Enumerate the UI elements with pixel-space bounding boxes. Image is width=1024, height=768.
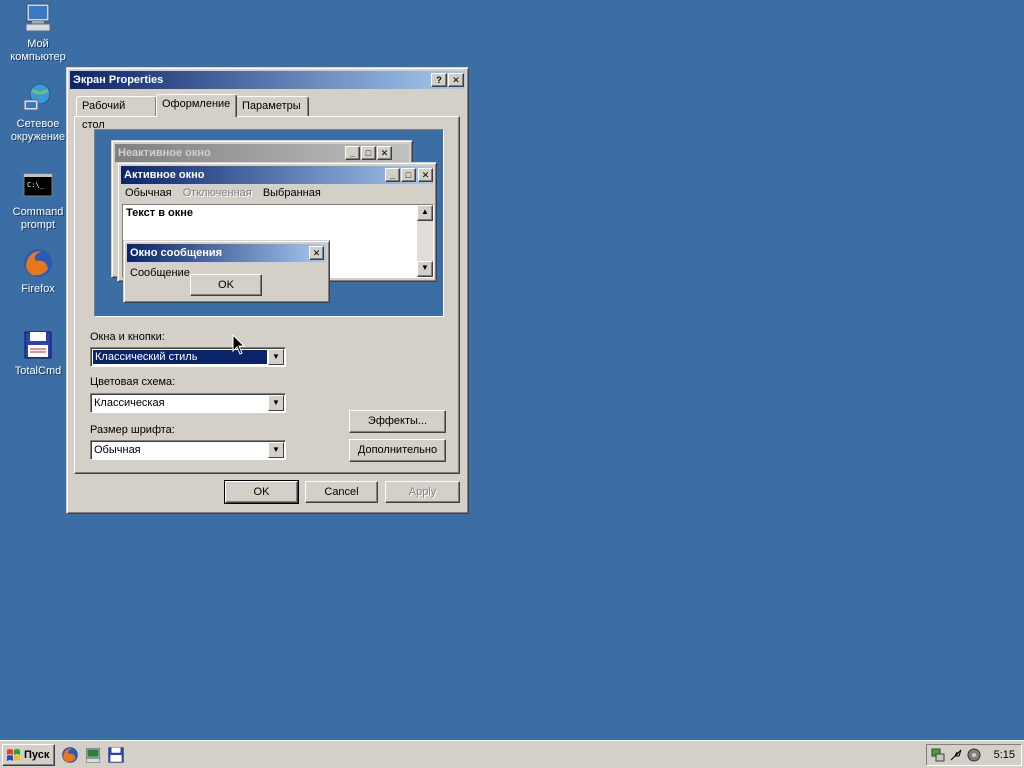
chevron-down-icon[interactable]: ▼ xyxy=(268,349,284,365)
network-tray-icon[interactable] xyxy=(931,748,945,762)
preview-menu-disabled: Отключенная xyxy=(182,187,252,199)
preview-window-text: Текст в окне xyxy=(126,207,194,219)
taskbar: Пуск 5:15 xyxy=(0,740,1024,768)
desktop-icon-totalcmd[interactable]: TotalCmd xyxy=(2,329,74,378)
tab-desktop[interactable]: Рабочий стол xyxy=(76,96,157,131)
preview-ok-button: OK xyxy=(190,274,262,296)
preview-menu-normal: Обычная xyxy=(125,187,172,199)
desktop-icon-firefox[interactable]: Firefox xyxy=(2,247,74,296)
appearance-preview: Неактивное окно _ □ ✕ Активное окно _ □ … xyxy=(94,129,444,317)
preview-message-box: Окно сообщения ✕ Сообщение OK xyxy=(123,240,330,303)
terminal-icon: C:\_ xyxy=(23,173,53,197)
tab-settings[interactable]: Параметры xyxy=(236,96,309,116)
tab-appearance[interactable]: Оформление xyxy=(156,94,237,117)
network-icon xyxy=(23,83,51,111)
close-icon: ✕ xyxy=(309,246,324,260)
ok-button[interactable]: OK xyxy=(224,480,299,504)
chevron-down-icon[interactable]: ▼ xyxy=(268,395,284,411)
windows-buttons-label: Окна и кнопки: xyxy=(90,331,165,343)
minimize-icon: _ xyxy=(345,146,360,160)
clock[interactable]: 5:15 xyxy=(994,749,1015,761)
start-button[interactable]: Пуск xyxy=(2,744,55,766)
desktop-icon-label: TotalCmd xyxy=(14,365,62,377)
cancel-button[interactable]: Cancel xyxy=(305,481,378,503)
maximize-icon: □ xyxy=(401,168,416,182)
window-title: Экран Properties xyxy=(73,74,164,86)
svg-text:C:\_: C:\_ xyxy=(27,181,45,189)
preview-active-title-text: Активное окно xyxy=(124,169,205,181)
preview-message-title: Окно сообщения xyxy=(127,244,326,262)
preview-inactive-title-text: Неактивное окно xyxy=(118,147,211,159)
close-button[interactable]: ✕ xyxy=(448,73,464,87)
scroll-up-icon: ▲ xyxy=(417,205,433,221)
preview-menubar: Обычная Отключенная Выбранная xyxy=(125,187,321,199)
mouse-cursor-icon xyxy=(232,334,246,355)
floppy-disk-icon xyxy=(24,331,52,359)
computer-quicklaunch-icon[interactable] xyxy=(84,746,102,764)
desktop-icon-label: Firefox xyxy=(21,283,55,295)
advanced-button[interactable]: Дополнительно xyxy=(349,439,446,462)
preview-menu-selected: Выбранная xyxy=(262,187,321,199)
apply-button[interactable]: Apply xyxy=(385,481,460,503)
close-icon: ✕ xyxy=(418,168,433,182)
desktop-icon-label: Сетевое окружение xyxy=(10,118,66,143)
font-size-value: Обычная xyxy=(94,444,141,456)
color-scheme-label: Цветовая схема: xyxy=(90,376,176,388)
totalcmd-quicklaunch-icon[interactable] xyxy=(107,746,125,764)
desktop-icon-label: Command prompt xyxy=(12,206,64,231)
close-icon: ✕ xyxy=(452,75,460,85)
firefox-icon xyxy=(24,249,52,277)
window-titlebar[interactable]: Экран Properties ? ✕ xyxy=(70,71,465,89)
help-button[interactable]: ? xyxy=(431,73,447,87)
maximize-icon: □ xyxy=(361,146,376,160)
desktop-icon-my-computer[interactable]: Мой компьютер xyxy=(2,2,74,64)
color-scheme-select[interactable]: Классическая ▼ xyxy=(90,393,286,413)
font-size-label: Размер шрифта: xyxy=(90,424,175,436)
minimize-icon: _ xyxy=(385,168,400,182)
disc-tray-icon[interactable] xyxy=(967,748,981,762)
chevron-down-icon[interactable]: ▼ xyxy=(268,442,284,458)
computer-icon xyxy=(25,3,51,32)
windows-buttons-select[interactable]: Классический стиль ▼ xyxy=(90,347,286,367)
rocket-tray-icon[interactable] xyxy=(949,748,963,762)
desktop-icon-label: Мой компьютер xyxy=(10,38,66,63)
desktop-icon-command-prompt[interactable]: C:\_ Command prompt xyxy=(2,170,74,232)
effects-button[interactable]: Эффекты... xyxy=(349,410,446,433)
desktop-icon-network[interactable]: Сетевое окружение xyxy=(2,82,74,144)
font-size-select[interactable]: Обычная ▼ xyxy=(90,440,286,460)
firefox-quicklaunch-icon[interactable] xyxy=(61,746,79,764)
close-icon: ✕ xyxy=(377,146,392,160)
scroll-down-icon: ▼ xyxy=(417,261,433,277)
system-tray: 5:15 xyxy=(926,744,1022,766)
preview-scrollbar: ▲ ▼ xyxy=(417,205,433,277)
start-label: Пуск xyxy=(24,749,50,761)
windows-logo-icon xyxy=(7,749,20,761)
preview-message-text: Сообщение xyxy=(130,267,190,279)
preview-message-title-text: Окно сообщения xyxy=(130,247,223,259)
color-scheme-value: Классическая xyxy=(94,397,165,409)
